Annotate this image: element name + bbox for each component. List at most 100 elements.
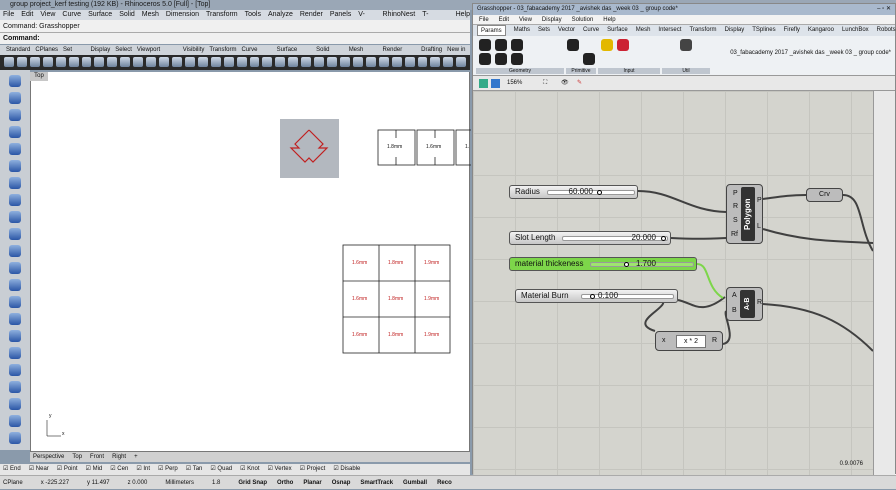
slider-grip[interactable] xyxy=(590,294,595,299)
status-toggle[interactable]: Gumball xyxy=(403,476,427,489)
tool-icon[interactable] xyxy=(171,57,182,67)
status-layer[interactable]: 1.8 xyxy=(212,476,220,489)
zoom-extents-icon[interactable]: ⛶ xyxy=(543,76,547,91)
geometry-param-icon[interactable] xyxy=(495,39,507,51)
status-toggle[interactable]: Planar xyxy=(303,476,321,489)
component-tab[interactable]: Vector xyxy=(558,25,575,36)
material-burn-slider[interactable]: Material Burn 0.100 xyxy=(515,289,678,303)
viewport-tab[interactable]: Right xyxy=(112,452,126,462)
component-tab[interactable]: LunchBox xyxy=(842,25,869,36)
command-prompt[interactable]: Command: xyxy=(0,33,470,44)
tool-icon[interactable] xyxy=(81,57,92,67)
component-tab[interactable]: TSplines xyxy=(752,25,775,36)
tool-icon[interactable] xyxy=(352,57,363,67)
tool-icon[interactable] xyxy=(391,57,402,67)
geometry-param-icon[interactable] xyxy=(511,53,523,65)
crv-param[interactable]: Crv xyxy=(806,188,843,202)
output-pin[interactable]: L xyxy=(757,223,761,230)
toolbar-tab[interactable]: CPlanes xyxy=(35,45,58,55)
toolbar-tab[interactable]: Solid Tools xyxy=(316,45,344,63)
component-tab[interactable]: Firefly xyxy=(784,25,800,36)
menu-item[interactable]: File xyxy=(3,10,14,20)
side-tool-icon[interactable] xyxy=(9,245,21,257)
output-pin[interactable]: R xyxy=(712,337,717,344)
menu-item[interactable]: Help xyxy=(456,10,470,20)
toolbar-tab[interactable]: Mesh Tools xyxy=(349,45,378,63)
status-toggle[interactable]: Grid Snap xyxy=(238,476,267,489)
primitive-param-icon[interactable] xyxy=(567,39,579,51)
kerf-sample-tile[interactable] xyxy=(280,119,339,178)
tool-icon[interactable] xyxy=(378,57,389,67)
input-pin[interactable]: B xyxy=(732,307,737,314)
tool-icon[interactable] xyxy=(16,57,27,67)
osnap-toggle[interactable]: ☑ Project xyxy=(300,464,326,475)
osnap-toggle[interactable]: ☑ Vertex xyxy=(268,464,292,475)
menu-item[interactable]: RhinoNest xyxy=(383,10,416,20)
side-tool-icon[interactable] xyxy=(9,211,21,223)
menu-item[interactable]: View xyxy=(519,15,532,24)
side-tool-icon[interactable] xyxy=(9,228,21,240)
menu-item[interactable]: Panels xyxy=(330,10,351,20)
menu-item[interactable]: Display xyxy=(542,15,562,24)
osnap-toggle[interactable]: ☑ Point xyxy=(57,464,78,475)
osnap-toggle[interactable]: ☑ Knot xyxy=(240,464,259,475)
tool-icon[interactable] xyxy=(456,57,467,67)
toolbar-tab[interactable]: Surface Tools xyxy=(277,45,312,63)
viewport-title-tab[interactable]: Top xyxy=(30,72,48,81)
slider-grip[interactable] xyxy=(661,236,666,241)
input-pin[interactable]: R xyxy=(733,203,738,210)
component-tab[interactable]: Robots xyxy=(877,25,896,36)
side-tool-icon[interactable] xyxy=(9,381,21,393)
tool-icon[interactable] xyxy=(94,57,105,67)
menu-item[interactable]: File xyxy=(479,15,489,24)
toolbar-tab[interactable]: Curve Tools xyxy=(241,45,271,63)
menu-item[interactable]: Help xyxy=(603,15,615,24)
menu-item[interactable]: Edit xyxy=(499,15,509,24)
toolbar-tab[interactable]: Visibility xyxy=(183,45,205,55)
menu-item[interactable]: T-Splines xyxy=(422,10,448,28)
side-tool-icon[interactable] xyxy=(9,398,21,410)
component-tab[interactable]: Transform xyxy=(689,25,716,36)
viewport-tab[interactable]: Top xyxy=(72,452,82,462)
expression-component[interactable]: x x * 2 R xyxy=(655,331,723,351)
toolbar-tab[interactable]: Transform xyxy=(209,45,236,55)
toolbar-tab[interactable]: Select xyxy=(115,45,132,55)
osnap-toggle[interactable]: ☑ Cen xyxy=(110,464,128,475)
toolbar-tab[interactable]: Set View xyxy=(63,45,85,63)
menu-item[interactable]: Solid xyxy=(119,10,135,20)
subtraction-component[interactable]: A B A-B R xyxy=(726,287,763,321)
side-tool-icon[interactable] xyxy=(9,364,21,376)
slider-grip[interactable] xyxy=(624,262,629,267)
tool-icon[interactable] xyxy=(327,57,337,67)
gh-right-panel[interactable] xyxy=(873,91,895,475)
side-tool-icon[interactable] xyxy=(9,177,21,189)
polygon-component[interactable]: P R S Rf Polygon P L xyxy=(726,184,763,244)
component-tab[interactable]: Mesh xyxy=(636,25,651,36)
menu-item[interactable]: Render xyxy=(300,10,323,20)
slot-length-slider[interactable]: Slot Length 20.000 xyxy=(509,231,671,245)
tool-icon[interactable] xyxy=(339,57,350,67)
side-tool-icon[interactable] xyxy=(9,126,21,138)
side-tool-icon[interactable] xyxy=(9,296,21,308)
side-tool-icon[interactable] xyxy=(9,92,21,104)
toolbar-tab[interactable]: Drafting xyxy=(421,45,442,55)
tool-icon[interactable] xyxy=(184,57,195,67)
tool-icon[interactable] xyxy=(146,57,157,67)
tool-icon[interactable] xyxy=(288,57,299,67)
tool-icon[interactable] xyxy=(443,57,454,67)
output-pin[interactable]: P xyxy=(757,197,762,204)
side-tool-icon[interactable] xyxy=(9,109,21,121)
zoom-level[interactable]: 156% xyxy=(507,76,522,91)
osnap-toggle[interactable]: ☑ End xyxy=(3,464,21,475)
component-tab[interactable]: Maths xyxy=(514,25,530,36)
tool-icon[interactable] xyxy=(301,57,312,67)
tool-icon[interactable] xyxy=(4,57,14,67)
slider-grip[interactable] xyxy=(597,190,602,195)
osnap-toggle[interactable]: ☑ Quad xyxy=(210,464,232,475)
expression-text[interactable]: x * 2 xyxy=(676,335,706,348)
tool-icon[interactable] xyxy=(55,57,66,67)
tool-icon[interactable] xyxy=(314,57,325,67)
viewport-tab[interactable]: + xyxy=(134,452,138,462)
component-tab[interactable]: Surface xyxy=(607,25,628,36)
menu-item[interactable]: Transform xyxy=(206,10,238,20)
